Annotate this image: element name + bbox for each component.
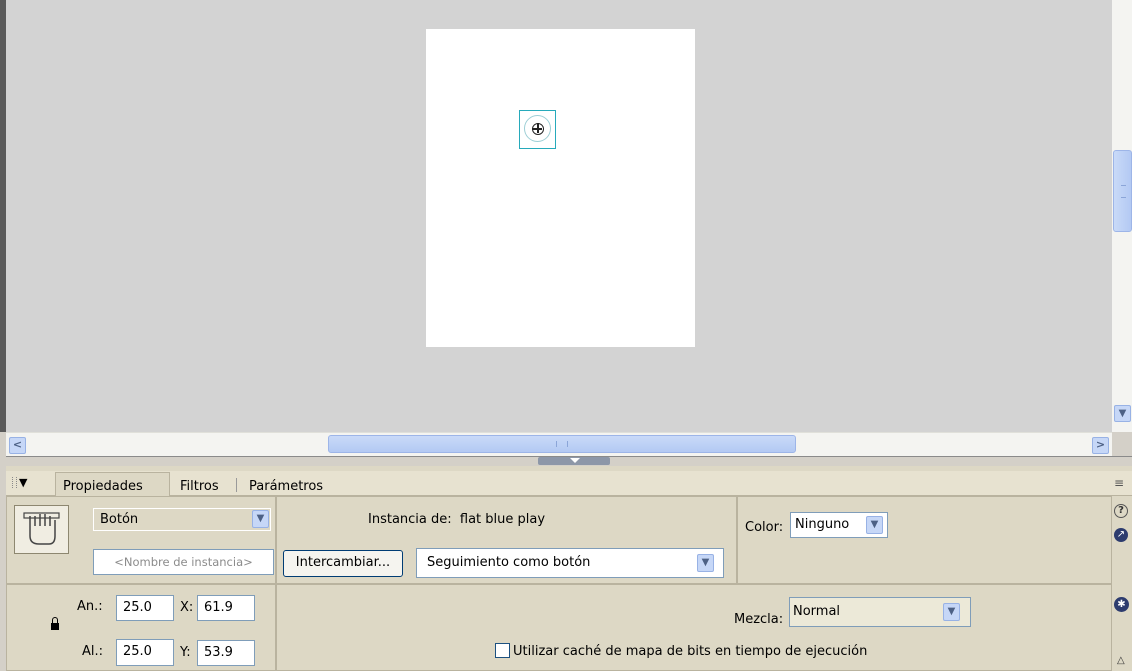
cache-bitmap-checkbox[interactable] xyxy=(495,643,510,658)
swap-symbol-button[interactable]: Intercambiar... xyxy=(283,550,403,577)
color-effect-value: Ninguno xyxy=(795,517,850,532)
left-edge xyxy=(0,0,6,432)
tab-parameters[interactable]: Parámetros xyxy=(249,479,323,494)
y-field[interactable]: 53.9 xyxy=(197,640,255,666)
horizontal-scroll-thumb[interactable] xyxy=(328,435,796,453)
collapse-arrow-icon[interactable]: ▼ xyxy=(19,476,27,489)
scroll-grip-icon xyxy=(1121,185,1126,198)
panel-options-icon[interactable]: ≡ xyxy=(1114,476,1124,490)
tab-filters[interactable]: Filtros xyxy=(180,479,219,494)
expand-icon[interactable]: △ xyxy=(1117,655,1125,666)
goto-icon[interactable]: ↗ xyxy=(1114,528,1128,542)
canvas[interactable] xyxy=(426,29,695,347)
lock-icon-body[interactable] xyxy=(51,623,59,630)
registration-point-icon xyxy=(532,123,544,135)
instance-name-input[interactable]: <Nombre de instancia> xyxy=(93,549,274,575)
scroll-grip-icon xyxy=(556,441,568,447)
button-symbol-icon xyxy=(14,505,69,554)
vertical-scroll-thumb[interactable] xyxy=(1113,150,1132,232)
tab-properties-label[interactable]: Propiedades xyxy=(63,479,143,494)
accessibility-icon[interactable]: ✱ xyxy=(1114,597,1129,612)
chevron-down-icon[interactable]: ▼ xyxy=(943,603,960,621)
track-mode-value: Seguimiento como botón xyxy=(427,555,591,570)
scroll-down-button[interactable]: ▼ xyxy=(1114,405,1131,422)
button-instance[interactable] xyxy=(519,110,556,149)
blend-mode-select[interactable]: Normal ▼ xyxy=(789,597,971,627)
color-effect-select[interactable]: Ninguno ▼ xyxy=(790,512,888,538)
x-label: X: xyxy=(180,600,194,615)
y-label: Y: xyxy=(180,645,191,660)
cache-bitmap-label[interactable]: Utilizar caché de mapa de bits en tiempo… xyxy=(513,644,867,659)
tab-divider xyxy=(236,478,237,492)
instance-of-label: Instancia de: flat blue play xyxy=(368,512,546,527)
blend-mode-value: Normal xyxy=(793,604,841,619)
x-field[interactable]: 61.9 xyxy=(197,595,255,621)
instance-of-value: flat blue play xyxy=(459,512,546,527)
chevron-down-icon[interactable]: ▼ xyxy=(252,510,269,528)
height-label: Al.: xyxy=(82,644,104,659)
color-section xyxy=(737,496,1112,584)
scroll-left-button[interactable]: < xyxy=(9,437,26,454)
chevron-down-icon xyxy=(570,458,580,463)
chevron-down-icon[interactable]: ▼ xyxy=(866,516,883,534)
track-mode-select[interactable]: Seguimiento como botón ▼ xyxy=(416,548,724,578)
panel-tab-bar xyxy=(6,471,1132,496)
panel-gripper-icon[interactable] xyxy=(12,477,17,488)
symbol-type-select[interactable]: Botón ▼ xyxy=(93,508,271,531)
blend-label: Mezcla: xyxy=(734,612,784,627)
symbol-type-value: Botón xyxy=(100,512,139,527)
chevron-down-icon[interactable]: ▼ xyxy=(697,554,714,572)
height-field[interactable]: 25.0 xyxy=(116,639,174,666)
color-label: Color: xyxy=(745,520,784,535)
scroll-right-button[interactable]: > xyxy=(1092,437,1109,454)
width-field[interactable]: 25.0 xyxy=(116,595,174,621)
width-label: An.: xyxy=(77,599,103,614)
help-icon[interactable]: ? xyxy=(1114,504,1128,518)
